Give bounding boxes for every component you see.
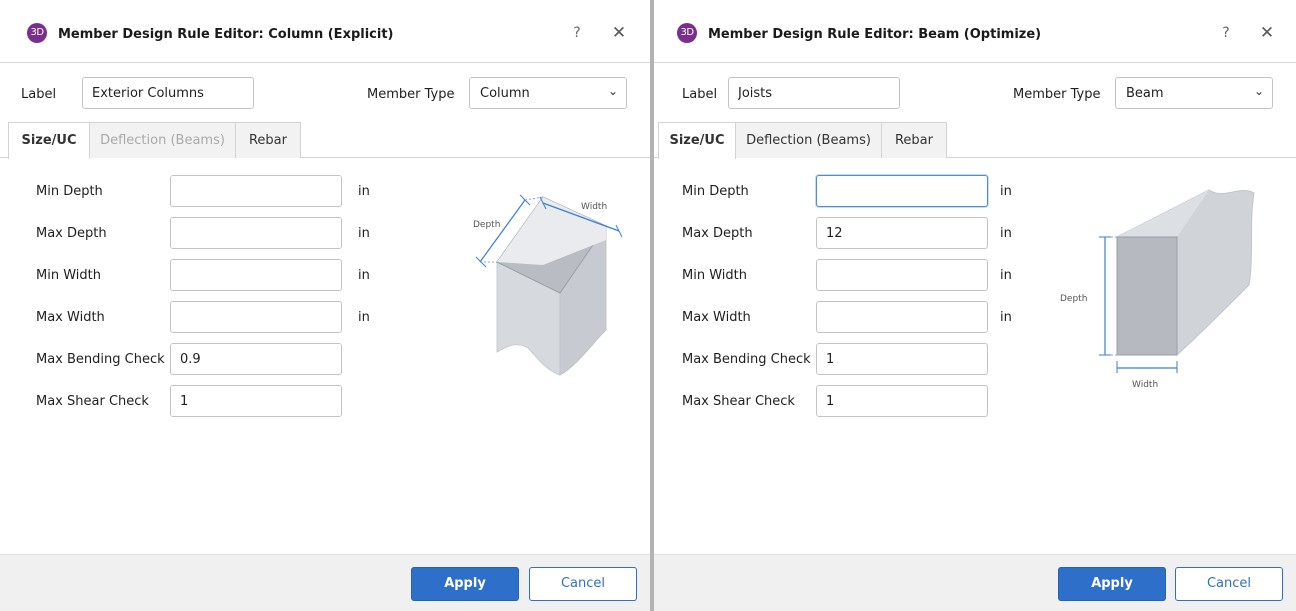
max-depth-label: Max Depth — [36, 226, 107, 241]
max-bending-check-label: Max Bending Check — [682, 352, 811, 367]
min-depth-input[interactable] — [816, 175, 988, 207]
max-shear-check-input[interactable] — [170, 385, 342, 417]
tab-bar: Size/UC Deflection (Beams) Rebar — [654, 122, 1296, 159]
min-depth-unit: in — [1000, 184, 1012, 199]
label-input[interactable] — [82, 77, 254, 109]
max-width-label: Max Width — [682, 310, 751, 325]
beam-rule-editor-dialog: 3D Member Design Rule Editor: Beam (Opti… — [654, 0, 1296, 611]
column-rule-editor-dialog: 3D Member Design Rule Editor: Column (Ex… — [0, 0, 650, 611]
width-dimension-label: Width — [1132, 380, 1158, 390]
max-width-label: Max Width — [36, 310, 105, 325]
tab-size-uc[interactable]: Size/UC — [658, 122, 736, 159]
depth-dimension-label: Depth — [473, 220, 500, 230]
max-shear-check-input[interactable] — [816, 385, 988, 417]
max-shear-check-label: Max Shear Check — [682, 394, 795, 409]
apply-button[interactable]: Apply — [1058, 567, 1166, 601]
min-width-unit: in — [358, 268, 370, 283]
max-depth-input[interactable] — [816, 217, 988, 249]
member-type-value: Column — [480, 86, 530, 101]
app-3d-icon: 3D — [677, 23, 697, 43]
title-bar: 3D Member Design Rule Editor: Beam (Opti… — [654, 0, 1296, 62]
max-depth-input[interactable] — [170, 217, 342, 249]
max-bending-check-input[interactable] — [170, 343, 342, 375]
member-type-caption: Member Type — [367, 87, 455, 102]
tab-size-uc[interactable]: Size/UC — [8, 122, 90, 159]
max-width-input[interactable] — [816, 301, 988, 333]
tab-bar: Size/UC Deflection (Beams) Rebar — [0, 122, 650, 159]
dialog-title: Member Design Rule Editor: Beam (Optimiz… — [708, 27, 1042, 42]
close-icon[interactable]: ✕ — [1257, 23, 1277, 43]
max-depth-unit: in — [1000, 226, 1012, 241]
min-depth-label: Min Depth — [36, 184, 103, 199]
cancel-button[interactable]: Cancel — [1175, 567, 1283, 601]
member-type-select[interactable]: Beam ⌄ — [1115, 77, 1273, 109]
title-bar: 3D Member Design Rule Editor: Column (Ex… — [0, 0, 650, 62]
chevron-down-icon: ⌄ — [607, 84, 618, 98]
max-shear-check-label: Max Shear Check — [36, 394, 149, 409]
label-caption: Label — [682, 87, 718, 102]
label-input[interactable] — [728, 77, 900, 109]
max-depth-label: Max Depth — [682, 226, 753, 241]
min-width-unit: in — [1000, 268, 1012, 283]
cancel-button[interactable]: Cancel — [529, 567, 637, 601]
apply-button[interactable]: Apply — [411, 567, 519, 601]
help-icon[interactable]: ? — [1217, 24, 1235, 42]
tab-deflection-beams[interactable]: Deflection (Beams) — [735, 122, 882, 158]
min-depth-label: Min Depth — [682, 184, 749, 199]
min-depth-input[interactable] — [170, 175, 342, 207]
min-width-input[interactable] — [170, 259, 342, 291]
help-icon[interactable]: ? — [568, 24, 586, 42]
max-bending-check-label: Max Bending Check — [36, 352, 165, 367]
width-dimension-label: Width — [581, 202, 607, 212]
member-type-value: Beam — [1126, 86, 1164, 101]
close-icon[interactable]: ✕ — [609, 23, 629, 43]
chevron-down-icon: ⌄ — [1253, 84, 1264, 98]
max-bending-check-input[interactable] — [816, 343, 988, 375]
tab-rebar[interactable]: Rebar — [881, 122, 947, 158]
member-type-select[interactable]: Column ⌄ — [469, 77, 627, 109]
depth-dimension-label: Depth — [1060, 294, 1087, 304]
min-width-input[interactable] — [816, 259, 988, 291]
tab-deflection-beams: Deflection (Beams) — [89, 122, 236, 158]
column-section-diagram: Depth Width — [473, 194, 623, 376]
beam-section-diagram: Depth Width — [1060, 189, 1255, 390]
dialog-title: Member Design Rule Editor: Column (Expli… — [58, 27, 394, 42]
min-width-label: Min Width — [36, 268, 101, 283]
max-width-unit: in — [1000, 310, 1012, 325]
app-3d-icon: 3D — [27, 23, 47, 43]
min-width-label: Min Width — [682, 268, 747, 283]
divider — [654, 62, 1296, 63]
min-depth-unit: in — [358, 184, 370, 199]
divider — [0, 62, 650, 63]
label-caption: Label — [21, 87, 57, 102]
max-depth-unit: in — [358, 226, 370, 241]
tab-rebar[interactable]: Rebar — [235, 122, 301, 158]
max-width-input[interactable] — [170, 301, 342, 333]
member-type-caption: Member Type — [1013, 87, 1101, 102]
max-width-unit: in — [358, 310, 370, 325]
